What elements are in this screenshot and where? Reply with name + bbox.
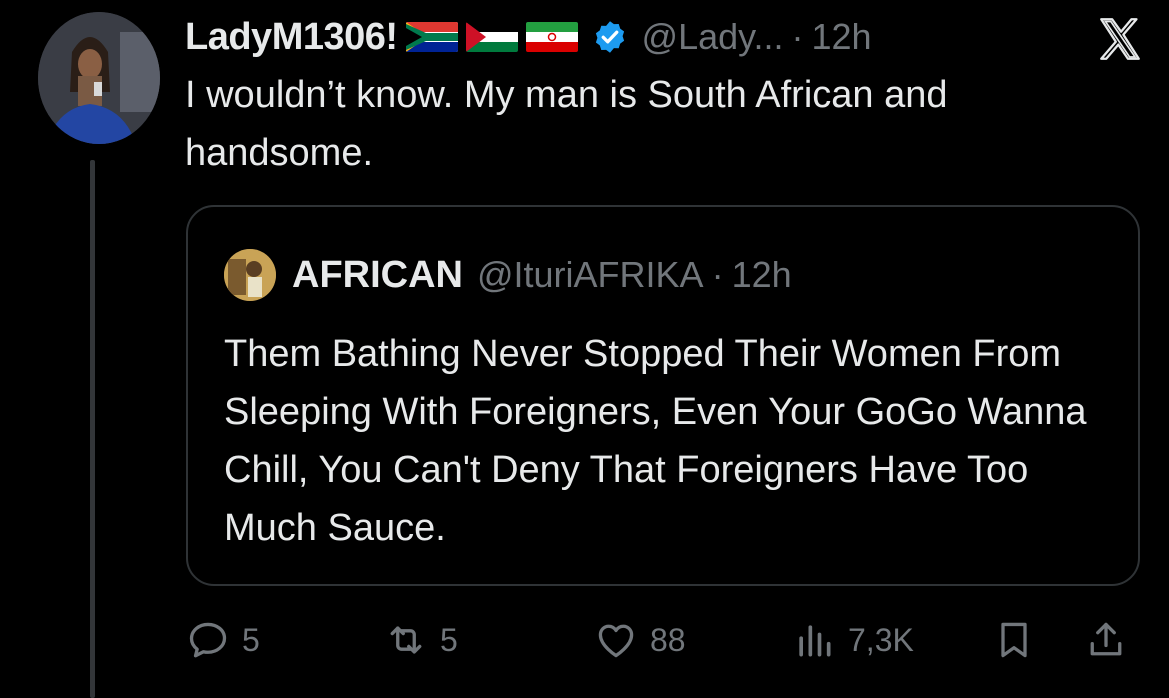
like-icon bbox=[598, 624, 634, 658]
views-button[interactable]: 7,3K bbox=[792, 612, 914, 668]
author-handle[interactable]: @Lady... bbox=[642, 16, 784, 58]
post-text: I wouldn’t know. My man is South African… bbox=[185, 74, 948, 174]
view-count: 7,3K bbox=[848, 621, 914, 658]
bookmark-icon bbox=[1001, 622, 1027, 658]
verified-badge-icon bbox=[595, 21, 624, 53]
quoted-avatar-image bbox=[224, 249, 276, 301]
post-actions-bar: 5 5 88 7,3K bbox=[186, 612, 1136, 668]
post-timestamp[interactable]: 12h bbox=[812, 16, 872, 58]
thread-line bbox=[90, 160, 95, 698]
repost-button[interactable]: 5 bbox=[384, 612, 458, 668]
x-logo-icon[interactable] bbox=[1095, 14, 1145, 64]
avatar-photo bbox=[38, 12, 160, 144]
quoted-post-header: AFRICAN @IturiAFRIKA · 12h bbox=[224, 247, 792, 303]
author-display-name[interactable]: LadyM1306! bbox=[185, 16, 398, 59]
views-icon bbox=[799, 625, 831, 657]
iran-flag-icon bbox=[525, 22, 578, 52]
like-count: 88 bbox=[650, 621, 686, 658]
quoted-post-timestamp[interactable]: 12h bbox=[732, 254, 792, 296]
quoted-author-avatar[interactable] bbox=[224, 249, 276, 301]
quoted-post-text: Them Bathing Never Stopped Their Women F… bbox=[224, 333, 1087, 549]
like-button[interactable]: 88 bbox=[594, 612, 686, 668]
palestine-flag-icon bbox=[465, 22, 518, 52]
repost-count: 5 bbox=[440, 621, 458, 658]
quoted-author-display-name[interactable]: AFRICAN bbox=[292, 254, 463, 297]
south-africa-flag-icon bbox=[405, 22, 458, 52]
repost-icon bbox=[390, 626, 422, 654]
quoted-author-handle[interactable]: @IturiAFRIKA bbox=[477, 254, 704, 296]
share-icon bbox=[1090, 622, 1122, 656]
quoted-post-card[interactable]: AFRICAN @IturiAFRIKA · 12h Them Bathing … bbox=[186, 205, 1140, 586]
share-button[interactable] bbox=[1084, 612, 1128, 668]
reply-icon bbox=[189, 622, 227, 658]
post-header: LadyM1306! @Lady... · 12h bbox=[185, 12, 1145, 62]
author-avatar[interactable] bbox=[38, 12, 160, 144]
bookmark-button[interactable] bbox=[992, 612, 1036, 668]
separator-dot: · bbox=[711, 254, 724, 295]
separator-dot: · bbox=[791, 16, 804, 57]
reply-button[interactable]: 5 bbox=[186, 612, 260, 668]
reply-count: 5 bbox=[242, 621, 260, 658]
